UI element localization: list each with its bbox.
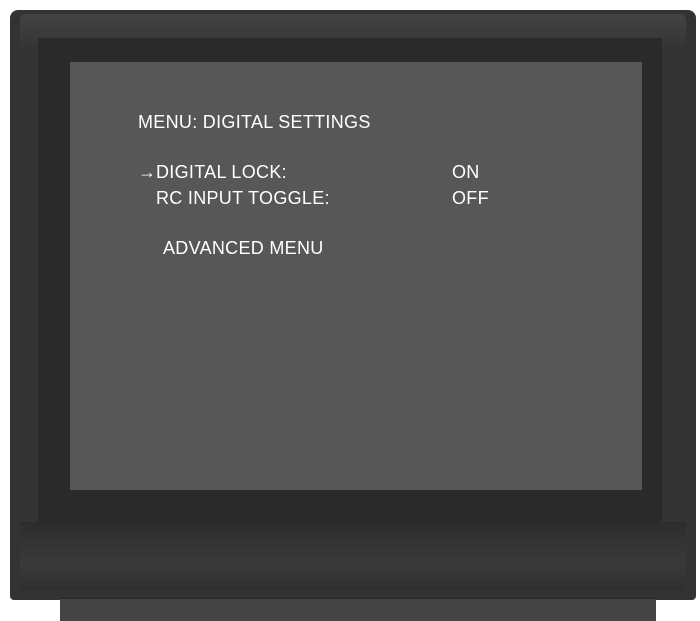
advanced-menu-item[interactable]: ADVANCED MENU	[163, 238, 324, 259]
menu-item-label: RC INPUT TOGGLE:	[156, 188, 330, 208]
menu-item-label: DIGITAL LOCK:	[156, 162, 287, 182]
menu-item-value: ON	[452, 162, 480, 182]
selection-arrow-icon: →	[138, 162, 157, 182]
menu-title: MENU: DIGITAL SETTINGS	[138, 112, 371, 132]
page: MENU: DIGITAL SETTINGS → DIGITAL LOCK: O…	[0, 0, 700, 621]
tv-chin	[20, 522, 686, 590]
menu-item-value: OFF	[452, 188, 489, 208]
tv-stand	[60, 598, 656, 621]
